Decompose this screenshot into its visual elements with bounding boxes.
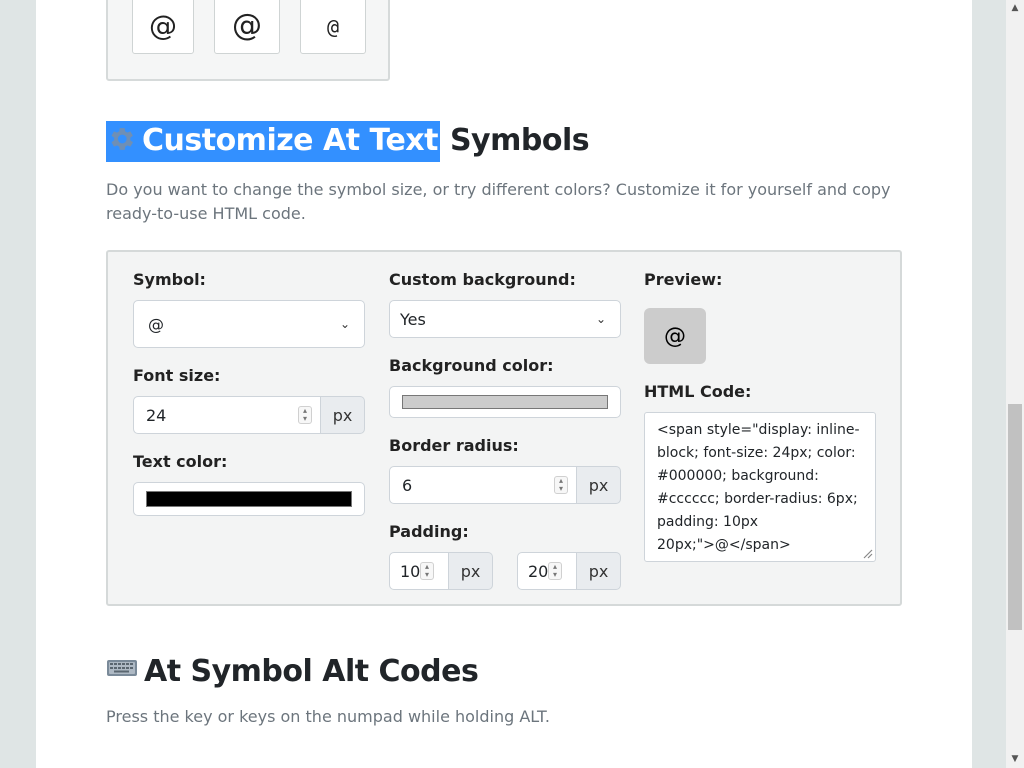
custom-background-value: Yes [400,309,426,329]
symbol-label: Symbol: [133,270,206,289]
border-radius-label: Border radius: [389,436,519,455]
symbol-grid: @ @ @ [106,0,390,81]
symbol-glyph: @ [149,8,177,42]
symbol-glyph: @ [232,7,262,43]
font-size-input-group: 24 ▴ ▾ px [133,396,365,434]
text-color-label: Text color: [133,452,228,471]
keyboard-icon [106,651,138,676]
preview-symbol: @ [664,323,686,349]
chevron-down-icon: ⌄ [595,312,606,326]
html-code-value: <span style="display: inline-block; font… [657,422,860,553]
padding-horizontal-group: 20 ▴ ▾ px [517,552,621,590]
padding-horizontal-input[interactable]: 20 ▴ ▾ [517,552,577,590]
alt-codes-heading: At Symbol Alt Codes [106,651,479,689]
html-code-textarea[interactable]: <span style="display: inline-block; font… [644,412,876,562]
symbol-card[interactable]: @ [300,0,366,54]
font-size-value: 24 [146,405,167,425]
resize-grip-icon[interactable] [861,547,873,559]
symbol-preview: @ [644,308,706,364]
padding-vertical-unit: px [449,552,493,590]
font-size-label: Font size: [133,366,221,385]
padding-vertical-value: 10 [400,561,421,581]
scroll-up-arrow-icon[interactable]: ▲ [1006,0,1024,17]
border-radius-value: 6 [402,475,413,495]
background-color-label: Background color: [389,356,554,375]
padding-vertical-input[interactable]: 10 ▴ ▾ [389,552,449,590]
page-content: @ @ @ Customize At Text Symbols Do you w… [36,0,972,768]
vertical-scrollbar[interactable]: ▲ ▼ [1006,0,1024,768]
html-code-label: HTML Code: [644,382,752,401]
alt-codes-heading-text: At Symbol Alt Codes [144,654,479,689]
padding-horizontal-value: 20 [528,561,549,581]
background-color-picker[interactable] [389,386,621,418]
scroll-down-arrow-icon[interactable]: ▼ [1006,751,1024,768]
selected-text-highlight: Customize At Text [106,121,440,162]
padding-vertical-group: 10 ▴ ▾ px [389,552,493,590]
symbol-glyph: @ [326,15,340,39]
chevron-down-icon: ⌄ [339,317,350,331]
border-radius-input[interactable]: 6 ▴ ▾ [389,466,577,504]
customize-heading: Customize At Text Symbols [106,121,590,162]
customize-heading-rest: Symbols [440,123,590,158]
customize-heading-highlight: Customize At Text [142,123,439,158]
customizer-panel: Symbol: @ ⌄ Font size: 24 ▴ ▾ px Text col… [106,250,902,606]
number-spinner-icon[interactable]: ▴ ▾ [420,562,434,580]
alt-codes-description: Press the key or keys on the numpad whil… [106,707,550,726]
number-spinner-icon[interactable]: ▴ ▾ [548,562,562,580]
padding-horizontal-unit: px [577,552,621,590]
text-color-picker[interactable] [133,482,365,516]
border-radius-unit: px [577,466,621,504]
gear-icon [106,124,136,154]
custom-background-select[interactable]: Yes ⌄ [389,300,621,338]
custom-background-label: Custom background: [389,270,576,289]
font-size-input[interactable]: 24 ▴ ▾ [133,396,321,434]
number-spinner-icon[interactable]: ▴ ▾ [554,476,568,494]
scrollbar-thumb[interactable] [1008,404,1022,630]
preview-label: Preview: [644,270,723,289]
symbol-card[interactable]: @ [214,0,280,54]
symbol-select-value: @ [148,314,164,334]
customize-description: Do you want to change the symbol size, o… [106,180,891,223]
symbol-card[interactable]: @ [132,0,194,54]
number-spinner-icon[interactable]: ▴ ▾ [298,406,312,424]
border-radius-input-group: 6 ▴ ▾ px [389,466,621,504]
symbol-select[interactable]: @ ⌄ [133,300,365,348]
background-color-swatch [402,395,608,409]
font-size-unit: px [321,396,365,434]
text-color-swatch [146,491,352,507]
padding-label: Padding: [389,522,469,541]
